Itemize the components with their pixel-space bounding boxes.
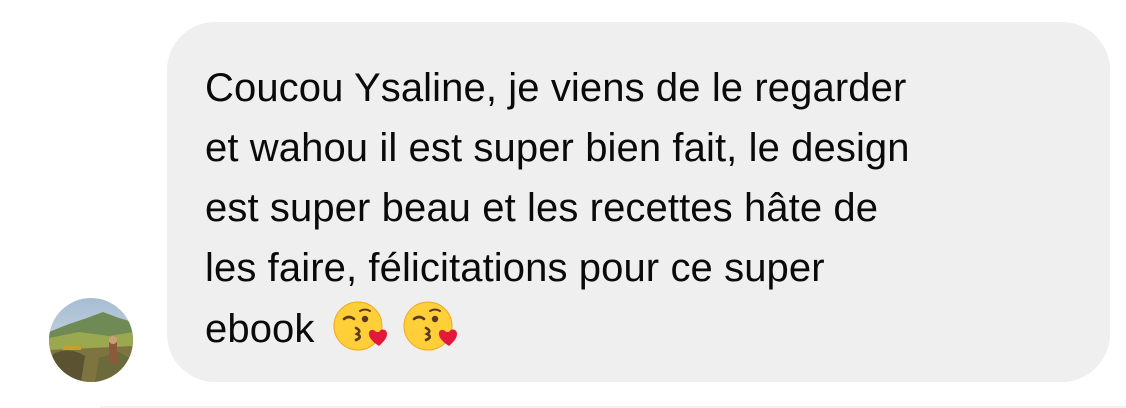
message-line-2: et wahou il est super bien fait, le desi… (205, 126, 910, 170)
message-line-5: ebook (205, 298, 1070, 359)
sender-avatar[interactable] (49, 298, 133, 382)
message-line-4: les faire, félicitations pour ce super (205, 246, 825, 290)
message-bubble[interactable]: Coucou Ysaline, je viens de le regarder … (167, 22, 1110, 382)
message-line-5-text: ebook (205, 307, 315, 351)
face-blowing-a-kiss-icon (402, 298, 458, 354)
message-line-1: Coucou Ysaline, je viens de le regarder (205, 66, 907, 110)
message-line-3: est super beau et les recettes hâte de (205, 186, 879, 230)
face-blowing-a-kiss-icon (332, 298, 388, 354)
landscape-photo-avatar-icon (49, 298, 133, 382)
